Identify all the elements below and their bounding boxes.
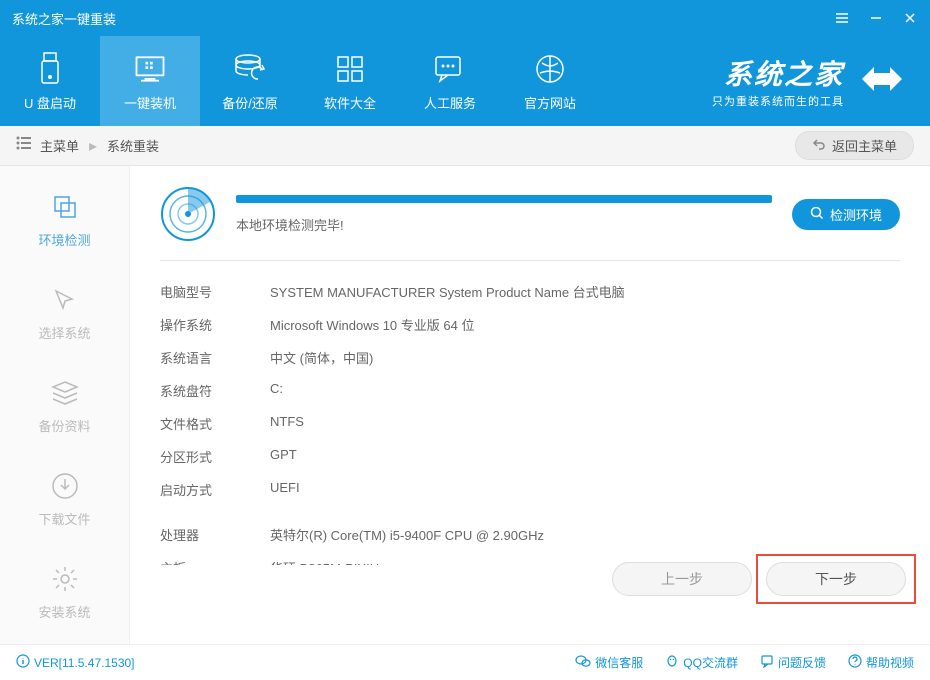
- breadcrumb-current: 系统重装: [107, 136, 159, 155]
- search-icon: [810, 206, 824, 223]
- nav-label: 一键装机: [124, 93, 176, 112]
- next-step-button[interactable]: 下一步: [766, 562, 906, 596]
- sidebar-label: 下载文件: [38, 509, 90, 528]
- usb-icon: [32, 51, 68, 87]
- sidebar-item-backup[interactable]: 备份资料: [0, 360, 129, 453]
- sidebar-item-env-check[interactable]: 环境检测: [0, 174, 129, 267]
- info-row: 文件格式NTFS: [160, 407, 886, 440]
- feedback-icon: [760, 654, 774, 671]
- check-env-button[interactable]: 检测环境: [792, 199, 900, 230]
- chevron-right-icon: ▸: [89, 136, 97, 156]
- info-row: 系统语言中文 (简体，中国): [160, 341, 886, 374]
- sidebar-label: 环境检测: [38, 230, 90, 249]
- brand-title: 系统之家: [724, 53, 844, 93]
- sidebar-item-download[interactable]: 下载文件: [0, 453, 129, 546]
- link-label: 问题反馈: [778, 654, 826, 671]
- chat-icon: [432, 51, 468, 87]
- nav-backup[interactable]: 备份/还原: [200, 36, 300, 126]
- info-row: 处理器英特尔(R) Core(TM) i5-9400F CPU @ 2.90GH…: [160, 518, 886, 551]
- backup-icon: [232, 51, 268, 87]
- link-label: 帮助视频: [866, 654, 914, 671]
- menu-icon[interactable]: [834, 10, 850, 26]
- content: 本地环境检测完毕! 检测环境 电脑型号SYSTEM MANUFACTURER S…: [130, 166, 930, 644]
- gear-icon: [50, 564, 80, 594]
- list-icon: [16, 136, 32, 155]
- nav-usb-boot[interactable]: U 盘启动: [0, 36, 100, 126]
- check-btn-label: 检测环境: [830, 205, 882, 224]
- feedback-link[interactable]: 问题反馈: [760, 654, 826, 671]
- nav-label: 备份/还原: [222, 93, 278, 112]
- back-label: 返回主菜单: [832, 136, 897, 155]
- info-row: 电脑型号SYSTEM MANUFACTURER System Product N…: [160, 275, 886, 308]
- copy-icon: [50, 192, 80, 222]
- help-video-link[interactable]: 帮助视频: [848, 654, 914, 671]
- close-icon[interactable]: [902, 10, 918, 26]
- qq-icon: [665, 654, 679, 671]
- progress-bar: [236, 195, 772, 203]
- status-text: 本地环境检测完毕!: [236, 215, 772, 234]
- info-row: 系统盘符C:: [160, 374, 886, 407]
- main: 环境检测 选择系统 备份资料 下载文件 安装系统 本地环境检测完毕!: [0, 166, 930, 644]
- brand-subtitle: 只为重装系统而生的工具: [712, 93, 844, 109]
- monitor-icon: [132, 51, 168, 87]
- breadcrumb-home[interactable]: 主菜单: [40, 136, 79, 155]
- nav-label: 人工服务: [424, 93, 476, 112]
- radar-icon: [160, 186, 216, 242]
- brand: 系统之家 只为重装系统而生的工具: [712, 53, 910, 109]
- sidebar: 环境检测 选择系统 备份资料 下载文件 安装系统: [0, 166, 130, 644]
- breadcrumb-bar: 主菜单 ▸ 系统重装 返回主菜单: [0, 126, 930, 166]
- nav-label: 官方网站: [524, 93, 576, 112]
- bottom-bar: VER[11.5.47.1530] 微信客服 QQ交流群 问题反馈 帮助视频: [0, 644, 930, 680]
- qq-group-link[interactable]: QQ交流群: [665, 654, 738, 671]
- back-to-main-button[interactable]: 返回主菜单: [795, 131, 914, 160]
- nav-support[interactable]: 人工服务: [400, 36, 500, 126]
- prev-step-button[interactable]: 上一步: [612, 562, 752, 596]
- apps-icon: [332, 51, 368, 87]
- undo-icon: [812, 137, 826, 154]
- cursor-icon: [50, 285, 80, 315]
- info-list: 电脑型号SYSTEM MANUFACTURER System Product N…: [160, 275, 900, 565]
- wechat-icon: [575, 654, 591, 671]
- top-nav: U 盘启动 一键装机 备份/还原 软件大全 人工服务 官方网站 系统之家 只为重…: [0, 36, 930, 126]
- globe-icon: [532, 51, 568, 87]
- divider: [160, 260, 900, 261]
- sidebar-label: 选择系统: [38, 323, 90, 342]
- nav-one-click[interactable]: 一键装机: [100, 36, 200, 126]
- nav-website[interactable]: 官方网站: [500, 36, 600, 126]
- wechat-support-link[interactable]: 微信客服: [575, 654, 643, 671]
- nav-label: 软件大全: [324, 93, 376, 112]
- link-label: 微信客服: [595, 654, 643, 671]
- version-text: VER[11.5.47.1530]: [34, 656, 135, 670]
- help-icon: [848, 654, 862, 671]
- version-info[interactable]: VER[11.5.47.1530]: [16, 654, 135, 671]
- info-row: 启动方式UEFI: [160, 473, 886, 506]
- app-title: 系统之家一键重装: [12, 9, 834, 28]
- sidebar-item-install[interactable]: 安装系统: [0, 546, 129, 639]
- info-row: 分区形式GPT: [160, 440, 886, 473]
- info-icon: [16, 654, 30, 671]
- sidebar-item-select-system[interactable]: 选择系统: [0, 267, 129, 360]
- nav-label: U 盘启动: [24, 93, 76, 112]
- minimize-icon[interactable]: [868, 10, 884, 26]
- sidebar-label: 备份资料: [38, 416, 90, 435]
- brand-logo-icon: [854, 57, 910, 106]
- info-row: 操作系统Microsoft Windows 10 专业版 64 位: [160, 308, 886, 341]
- nav-software[interactable]: 软件大全: [300, 36, 400, 126]
- titlebar: 系统之家一键重装: [0, 0, 930, 36]
- link-label: QQ交流群: [683, 654, 738, 671]
- layers-icon: [50, 378, 80, 408]
- download-icon: [50, 471, 80, 501]
- sidebar-label: 安装系统: [38, 602, 90, 621]
